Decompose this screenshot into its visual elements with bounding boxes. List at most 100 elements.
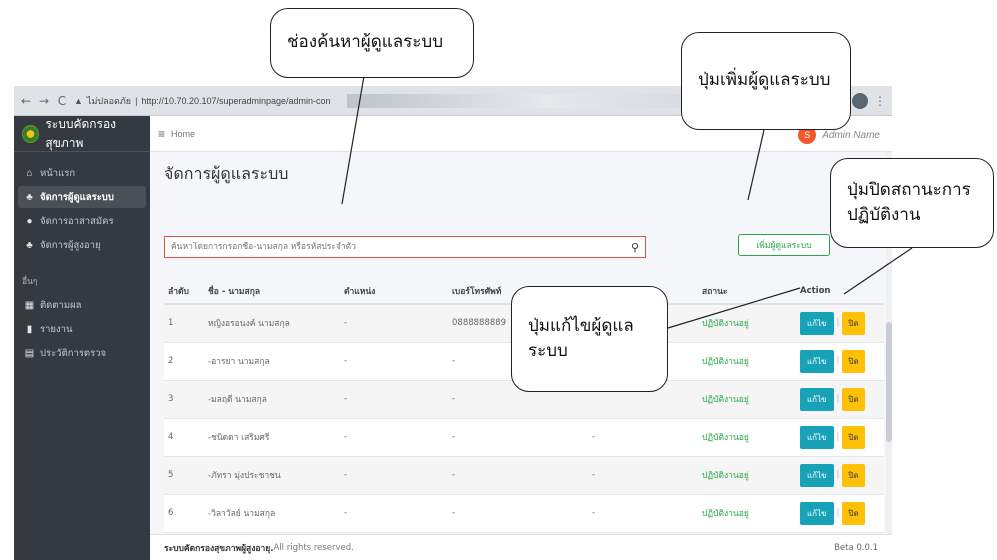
sidebar-item-followup[interactable]: ▦ ติดตามผล: [18, 294, 146, 316]
sidebar-item-label: จัดการผู้ดูแลระบบ: [40, 191, 114, 203]
edit-button[interactable]: แก้ไข: [800, 501, 834, 525]
cell-phone: -: [448, 456, 588, 495]
logo-icon: [22, 124, 40, 143]
action-separator: |: [836, 432, 840, 442]
action-group: แก้ไข|ปิด: [800, 463, 884, 487]
action-group: แก้ไข|ปิด: [800, 425, 884, 449]
security-label: ไม่ปลอดภัย: [86, 95, 132, 106]
col-position: ตำแหน่ง: [340, 278, 448, 305]
cell-name: หญิงอรอนงค์ นามสกุล: [204, 304, 340, 343]
cell-action: แก้ไข|ปิด: [796, 380, 884, 419]
close-status-button[interactable]: ปิด: [842, 311, 865, 335]
cell-no: 4: [164, 418, 204, 457]
app: ระบบคัดกรองสุขภาพ ⌂ หน้าแรก ♣ จัดการผู้ดูแ…: [14, 116, 892, 560]
sidebar-item-history[interactable]: ▤ ประวัติการตรวจ: [18, 342, 146, 364]
cell-no: 2: [164, 342, 204, 381]
close-status-button[interactable]: ปิด: [842, 425, 865, 449]
col-no: ลำดับ: [164, 278, 204, 305]
cell-email: -: [588, 456, 698, 495]
edit-button[interactable]: แก้ไข: [800, 311, 834, 335]
back-icon[interactable]: ←: [20, 94, 32, 108]
users-icon: ♣: [26, 239, 33, 251]
footer-rights: All rights reserved.: [273, 542, 354, 553]
search-icon[interactable]: ⚲: [631, 241, 639, 254]
action-separator: |: [836, 318, 840, 329]
page-title: จัดการผู้ดูแลระบบ: [164, 164, 289, 183]
calendar-icon: ▦: [24, 299, 35, 311]
cell-name: -ชนิดดา เสริมศรี: [204, 418, 340, 457]
sidebar-section-header: อื่นๆ: [22, 276, 38, 286]
footer-brand: ระบบคัดกรองสุขภาพผู้สูงอายุ.: [164, 543, 274, 554]
edit-button[interactable]: แก้ไข: [800, 463, 834, 487]
hamburger-icon[interactable]: ≡: [158, 127, 165, 141]
cell-status: ปฏิบัติงานอยู่: [698, 418, 796, 457]
add-admin-button[interactable]: เพิ่มผู้ดูแลระบบ: [738, 234, 830, 256]
sidebar-item-elderly[interactable]: ♣ จัดการผู้สูงอายุ: [18, 234, 146, 256]
close-status-button[interactable]: ปิด: [842, 387, 865, 411]
cell-position: -: [340, 342, 448, 381]
footer: ระบบคัดกรองสุขภาพผู้สูงอายุ. All rights …: [150, 534, 892, 560]
profile-icon[interactable]: [852, 92, 868, 109]
edit-button[interactable]: แก้ไข: [800, 387, 834, 411]
cell-status: ปฏิบัติงานอยู่: [698, 456, 796, 495]
table-row: 4 -ชนิดดา เสริมศรี - - - ปฏิบัติงานอยู่ แก้ไข |…: [164, 418, 884, 457]
action-separator: |: [836, 470, 840, 480]
sidebar-item-volunteers[interactable]: ● จัดการอาสาสมัคร: [18, 210, 146, 232]
close-status-button[interactable]: ปิด: [842, 349, 865, 373]
home-icon: ⌂: [26, 167, 33, 179]
cell-status: ปฏิบัติงานอยู่: [698, 380, 796, 419]
sidebar-menu: ⌂ หน้าแรก ♣ จัดการผู้ดูแลระบบ ● จัดการอาสาส…: [14, 152, 150, 364]
cell-name: -วิลาวัลย์ นามสกุล: [204, 494, 340, 533]
cell-status: ปฏิบัติงานอยู่: [698, 304, 796, 343]
cell-action: แก้ไข|ปิด: [796, 304, 884, 343]
scrollbar-thumb[interactable]: [886, 322, 892, 442]
file-icon: ▮: [26, 323, 33, 335]
user-volunteer-icon: ●: [26, 215, 33, 227]
brand[interactable]: ระบบคัดกรองสุขภาพ: [14, 116, 150, 152]
sidebar-item-admins[interactable]: ♣ จัดการผู้ดูแลระบบ: [18, 186, 146, 208]
cell-position: -: [340, 456, 448, 495]
action-group: แก้ไข|ปิด: [800, 387, 884, 411]
cell-position: -: [340, 380, 448, 419]
sidebar-item-label: หน้าแรก: [40, 167, 76, 179]
sidebar-item-label: รายงาน: [40, 323, 73, 335]
cell-email: -: [588, 494, 698, 533]
cell-no: 6: [164, 494, 204, 533]
sidebar-item-label: จัดการอาสาสมัคร: [40, 215, 114, 227]
address-bar[interactable]: ▲ ไม่ปลอดภัย | http://10.70.20.107/super…: [74, 94, 331, 108]
col-name: ชื่อ - นามสกุล: [204, 278, 340, 305]
callout-edit: ปุ่มแก้ไขผู้ดูแล ระบบ: [511, 286, 668, 392]
cell-action: แก้ไข|ปิด: [796, 342, 884, 381]
brand-name: ระบบคัดกรองสุขภาพ: [45, 116, 117, 150]
edit-button[interactable]: แก้ไข: [800, 349, 834, 373]
close-status-button[interactable]: ปิด: [842, 463, 865, 487]
sidebar-item-label: ประวัติการตรวจ: [40, 347, 107, 359]
cell-phone: -: [448, 418, 588, 457]
footer-version: Beta 0.0.1: [834, 542, 878, 553]
sidebar-item-report[interactable]: ▮ รายงาน: [18, 318, 146, 340]
action-separator: |: [836, 394, 840, 404]
cell-name: -อารยา นามสกุล: [204, 342, 340, 381]
col-action: Action: [796, 278, 884, 305]
cell-phone: -: [448, 494, 588, 533]
reload-icon[interactable]: C: [56, 94, 68, 108]
edit-button[interactable]: แก้ไข: [800, 425, 834, 449]
history-icon: ▤: [24, 347, 35, 359]
cell-no: 1: [164, 304, 204, 343]
search-input[interactable]: [171, 242, 631, 252]
forward-icon[interactable]: →: [38, 94, 50, 108]
url-text: http://10.70.20.107/superadminpage/admin…: [141, 95, 331, 106]
search-box: ⚲: [164, 236, 646, 258]
sidebar: ระบบคัดกรองสุขภาพ ⌂ หน้าแรก ♣ จัดการผู้ดูแ…: [14, 116, 150, 560]
sidebar-item-label: ติดตามผล: [40, 299, 82, 311]
menu-kebab-icon[interactable]: ⋮: [874, 94, 886, 108]
action-group: แก้ไข|ปิด: [800, 501, 884, 525]
action-separator: |: [836, 356, 840, 366]
home-link[interactable]: Home: [171, 129, 195, 139]
action-group: แก้ไข|ปิด: [800, 349, 884, 373]
sidebar-item-home[interactable]: ⌂ หน้าแรก: [18, 162, 146, 184]
table-row: 5 -ภัทรา มุ่งประชาชน - - - ปฏิบัติงานอยู่ แก้ไ…: [164, 456, 884, 495]
sidebar-item-label: จัดการผู้สูงอายุ: [40, 239, 101, 251]
close-status-button[interactable]: ปิด: [842, 501, 865, 525]
table-row: 6 -วิลาวัลย์ นามสกุล - - - ปฏิบัติงานอยู่ แก้ไ…: [164, 494, 884, 533]
